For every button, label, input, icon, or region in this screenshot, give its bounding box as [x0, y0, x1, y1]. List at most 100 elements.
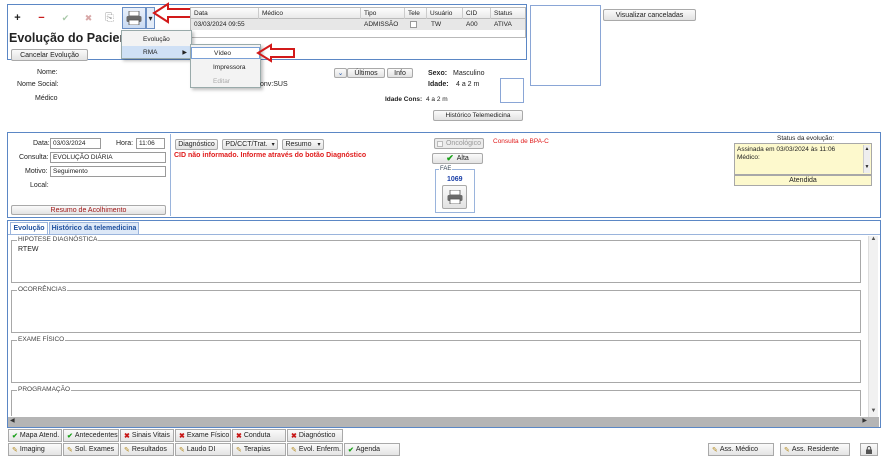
alta-button[interactable]: ✔ Alta — [432, 153, 483, 164]
status-scrollbar[interactable]: ▲ ▼ — [863, 145, 870, 173]
info-button[interactable]: Info — [387, 68, 413, 78]
evol-enferm-button[interactable]: ✎ Evol. Enferm. — [287, 443, 343, 456]
antecedentes-button[interactable]: ✔ Antecedentes — [63, 429, 119, 442]
chevron-down-icon: ⌄ — [337, 70, 344, 77]
exame-fisico-button[interactable]: ✖ Exame Físico — [175, 429, 231, 442]
tab-evolucao[interactable]: Evolução — [10, 222, 48, 234]
consulta-input[interactable]: EVOLUÇÃO DIÁRIA — [50, 152, 166, 163]
col-status[interactable]: Status — [491, 8, 527, 19]
section-ocorrencias-title: OCORRÊNCIAS — [17, 286, 68, 293]
data-input[interactable]: 03/03/2024 — [50, 138, 101, 149]
check-icon: ✔ — [446, 153, 454, 163]
check-icon: ✔ — [12, 432, 18, 440]
resumo-dropdown[interactable]: Resumo ▾ — [282, 139, 324, 150]
lock-button[interactable] — [860, 443, 878, 456]
mapa-atend-button[interactable]: ✔ Mapa Atend. — [8, 429, 62, 442]
expand-button[interactable]: ⌄ — [334, 68, 347, 78]
cancel-button[interactable]: ✖ — [79, 9, 98, 27]
fae-number: 1069 — [447, 176, 463, 183]
scroll-left-icon[interactable]: ◀ — [10, 417, 15, 424]
fae-label: FAE — [439, 166, 453, 172]
ass-residente-label: Ass. Residente — [791, 446, 839, 453]
menu-item-rma[interactable]: RMA ▶ — [122, 46, 191, 58]
submenu-item-impressora[interactable]: Impressora — [191, 61, 260, 73]
scroll-down-icon[interactable]: ▼ — [869, 408, 878, 417]
imaging-button[interactable]: ✎ Imaging — [8, 443, 62, 456]
section-exame-fisico[interactable] — [11, 340, 861, 383]
section-exame-fisico-title: EXAME FÍSICO — [17, 336, 66, 343]
cancelar-evolucao-button[interactable]: Cancelar Evolução — [11, 49, 88, 61]
chevron-right-icon: ▶ — [182, 49, 187, 56]
idade-label: Idade: — [428, 81, 449, 88]
mapa-atend-label: Mapa Atend. — [19, 432, 60, 439]
tab-historico-telemedicina[interactable]: Histórico da telemedicina — [49, 222, 139, 234]
ass-residente-button[interactable]: ✎ Ass. Residente — [780, 443, 850, 456]
tele-checkbox[interactable] — [410, 21, 417, 28]
alta-label: Alta — [456, 155, 469, 162]
photo-box — [530, 5, 601, 86]
sinais-vitais-button[interactable]: ✖ Sinais Vitais — [120, 429, 174, 442]
section-programacao-title: PROGRAMAÇÃO — [17, 386, 72, 393]
print-menu: Evolução RMA ▶ — [121, 30, 192, 59]
exame-fisico-label: Exame Físico — [186, 432, 230, 439]
sol-exames-button[interactable]: ✎ Sol. Exames — [63, 443, 119, 456]
diagnostico-bottom-label: Diagnóstico — [298, 432, 336, 439]
resultados-label: Resultados — [131, 446, 167, 453]
fae-print-button[interactable] — [442, 185, 467, 209]
nome-label: Nome: — [37, 69, 58, 76]
add-button[interactable]: + — [8, 9, 27, 27]
resultados-button[interactable]: ✎ Resultados — [120, 443, 174, 456]
pencil-icon: ✎ — [784, 446, 790, 454]
printer-icon — [126, 11, 142, 25]
pencil-icon: ✎ — [179, 446, 185, 454]
pencil-icon: ✎ — [236, 446, 242, 454]
status-text-line1: Assinada em 03/03/2024 às 11:06 — [737, 146, 836, 153]
check-icon: ✔ — [348, 446, 354, 454]
ass-medico-label: Ass. Médico — [719, 446, 758, 453]
lock-icon — [866, 445, 872, 454]
ultimos-button[interactable]: Últimos — [347, 68, 385, 78]
pd-cct-dropdown[interactable]: PD/CCT/Trat. ▾ — [222, 139, 278, 150]
diagnostico-button[interactable]: Diagnóstico — [175, 139, 218, 150]
diagnostico-bottom-button[interactable]: ✖ Diagnóstico — [287, 429, 343, 442]
remove-button[interactable]: − — [32, 9, 51, 27]
data-label: Data: — [33, 140, 50, 147]
vertical-scrollbar[interactable]: ▲ ▼ — [868, 236, 878, 417]
menu-item-evolucao[interactable]: Evolução — [122, 33, 191, 45]
section-programacao[interactable] — [11, 390, 861, 416]
print-button[interactable] — [122, 7, 146, 29]
col-medico[interactable]: Médico — [259, 8, 361, 19]
table-row[interactable]: 03/03/2024 09:55 ADMISSÃO TW A00 ATIVA — [191, 19, 525, 30]
scroll-up-icon[interactable]: ▲ — [869, 236, 878, 245]
section-hipotese[interactable]: RTEW — [11, 240, 861, 283]
historico-telemedicina-button[interactable]: Histórico Telemedicina — [433, 110, 523, 121]
idade-cons-value: 4 a 2 m — [426, 96, 448, 103]
nome-social-label: Nome Social: — [17, 81, 59, 88]
status-state: Atendida — [734, 175, 872, 186]
status-evolucao-box: Assinada em 03/03/2024 às 11:06 Médico: … — [734, 143, 872, 175]
col-tele[interactable]: Tele — [405, 8, 427, 19]
terapias-button[interactable]: ✎ Terapias — [232, 443, 286, 456]
scroll-right-icon[interactable]: ▶ — [862, 417, 867, 424]
printer-icon — [447, 190, 462, 204]
section-ocorrencias[interactable] — [11, 290, 861, 333]
x-icon: ✖ — [291, 432, 297, 440]
visualizar-canceladas-button[interactable]: Visualizar canceladas — [603, 9, 696, 21]
agenda-button[interactable]: ✔ Agenda — [344, 443, 400, 456]
col-usuario[interactable]: Usuário — [427, 8, 463, 19]
confirm-button[interactable]: ✔ — [56, 9, 75, 27]
submenu-item-video[interactable]: Vídeo — [191, 47, 260, 59]
laudo-di-button[interactable]: ✎ Laudo DI — [175, 443, 231, 456]
conduta-button[interactable]: ✖ Conduta — [232, 429, 286, 442]
col-tipo[interactable]: Tipo — [361, 8, 405, 19]
ass-medico-button[interactable]: ✎ Ass. Médico — [708, 443, 774, 456]
hora-input[interactable]: 11:06 — [136, 138, 165, 149]
motivo-input[interactable]: Seguimento — [50, 166, 166, 177]
col-data[interactable]: Data — [191, 8, 259, 19]
tab-strip-line — [8, 234, 880, 235]
resumo-acolhimento-button[interactable]: Resumo de Acolhimento — [11, 205, 166, 215]
copy-button[interactable]: ⎘ — [100, 9, 119, 27]
local-label: Local: — [30, 182, 49, 189]
col-cid[interactable]: CID — [463, 8, 491, 19]
horizontal-scrollbar[interactable]: ◀ ▶ — [8, 417, 879, 427]
